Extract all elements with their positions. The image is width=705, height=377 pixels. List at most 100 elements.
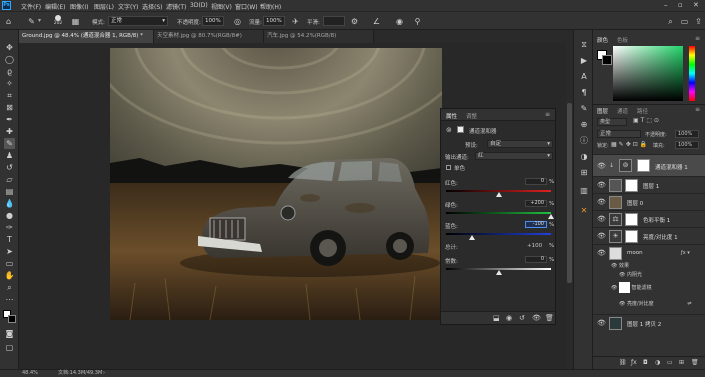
menu-image[interactable]: 图像(I) [70, 2, 88, 11]
tab-paths[interactable]: 路径 [637, 107, 648, 115]
history-brush-tool-icon[interactable]: ↺ [4, 162, 15, 173]
tools-x-icon[interactable]: ✕ [579, 206, 589, 216]
red-value-field[interactable]: 0 [525, 178, 547, 185]
home-icon[interactable]: ⌂ [4, 17, 13, 26]
minimize-icon[interactable]: – [664, 1, 668, 9]
frame-tool-icon[interactable]: ⊠ [4, 102, 15, 113]
new-adjustment-icon[interactable]: ◑ [655, 359, 660, 366]
red-slider-knob[interactable] [495, 192, 502, 197]
brush-settings-panel-icon[interactable]: ✎ [579, 104, 589, 114]
blue-slider-knob[interactable] [469, 235, 476, 240]
smoothing-settings-icon[interactable]: ⚙ [350, 17, 359, 26]
color-field[interactable] [613, 46, 683, 101]
character-panel-icon[interactable]: A [579, 72, 589, 82]
color-panel-menu-icon[interactable]: ≡ [695, 35, 700, 42]
visibility-eye-icon[interactable]: 👁 [597, 249, 606, 257]
paragraph-panel-icon[interactable]: ¶ [579, 88, 589, 98]
quick-select-tool-icon[interactable]: ✧ [4, 78, 15, 89]
move-tool-icon[interactable]: ✥ [4, 42, 15, 53]
new-group-icon[interactable]: ▭ [667, 359, 673, 366]
mask-icon[interactable] [457, 126, 464, 133]
status-arrow-icon[interactable]: › [103, 370, 105, 377]
tab-swatches[interactable]: 色板 [617, 36, 628, 44]
pressure-size-icon[interactable]: ◉ [395, 17, 404, 26]
screen-mode-icon[interactable]: ▢ [4, 342, 15, 353]
menu-3d[interactable]: 3D(D) [190, 2, 208, 9]
panel-menu-icon[interactable]: ≡ [545, 111, 550, 118]
clip-to-layer-icon[interactable]: ⬓ [493, 314, 500, 322]
marquee-tool-icon[interactable]: ◯ [4, 54, 15, 65]
document-canvas[interactable] [110, 48, 442, 320]
menu-file[interactable]: 文件(F) [21, 2, 41, 11]
visibility-eye-icon[interactable]: 👁 [597, 181, 606, 189]
background-color-swatch[interactable] [8, 315, 16, 323]
output-channel-select[interactable]: 红 ▾ [475, 152, 553, 160]
blend-mode-select[interactable]: 正常 [597, 130, 641, 138]
workspace-icon[interactable]: ▭ [680, 17, 689, 26]
layer-1[interactable]: 👁 图层 1 [593, 176, 705, 193]
visibility-eye-icon[interactable]: 👁 [597, 319, 606, 327]
tab-layers[interactable]: 图层 [597, 107, 608, 115]
close-icon[interactable]: ✕ [693, 1, 699, 9]
angle-icon[interactable]: ∠ [372, 17, 381, 26]
layer-moon[interactable]: 👁 moon ƒx ▾ [593, 244, 705, 261]
layer-filter-kind[interactable]: 类型 [597, 118, 627, 126]
menu-type[interactable]: 文字(Y) [118, 2, 138, 11]
path-select-tool-icon[interactable]: ➤ [4, 246, 15, 257]
crop-tool-icon[interactable]: ⌗ [4, 90, 15, 101]
delete-icon[interactable]: 🗑 [545, 314, 554, 322]
brush-tool-icon[interactable]: ✎ [27, 17, 36, 26]
brush-preset-picker[interactable]: 202 [52, 14, 64, 28]
airbrush-icon[interactable]: ✈ [291, 17, 300, 26]
constant-value-field[interactable]: 0 [525, 256, 547, 263]
dodge-tool-icon[interactable]: ● [4, 210, 15, 221]
adjustments-panel-icon[interactable]: ◑ [579, 152, 589, 162]
inner-glow-row[interactable]: 👁 内阴光 [619, 271, 642, 278]
zoom-tool-icon[interactable]: ⌕ [4, 282, 15, 293]
menu-edit[interactable]: 编辑(E) [45, 2, 65, 11]
blue-slider-track[interactable] [446, 233, 551, 235]
fill-field[interactable]: 100% [675, 141, 699, 149]
menu-select[interactable]: 选择(S) [142, 2, 163, 11]
new-layer-icon[interactable]: ⊞ [679, 359, 684, 366]
scrollbar-thumb[interactable] [567, 103, 572, 283]
filter-icons[interactable]: ▣T⬚⊙ [633, 117, 661, 124]
tab-ground[interactable]: Ground.jpg @ 48.4% (通道混合器 1, RGB/8) * [19, 30, 154, 43]
blur-tool-icon[interactable]: 💧 [4, 198, 15, 209]
layer-0[interactable]: 👁 图层 0 [593, 193, 705, 210]
visibility-eye-icon[interactable]: 👁 [597, 198, 606, 206]
layer-opacity-field[interactable]: 100% [675, 130, 699, 138]
inner-glow-eye-icon[interactable]: 👁 [619, 272, 627, 278]
navigator-panel-icon[interactable]: ⊞ [579, 168, 589, 178]
zoom-level[interactable]: 48.4% [22, 370, 38, 377]
fx-icon[interactable]: ƒx ▾ [681, 250, 690, 256]
background-color-chip[interactable] [602, 55, 612, 65]
visibility-eye-icon[interactable]: 👁 [597, 232, 606, 240]
search-icon[interactable]: ⌕ [666, 17, 675, 26]
eraser-tool-icon[interactable]: ▱ [4, 174, 15, 185]
hue-slider[interactable] [689, 46, 695, 101]
view-previous-icon[interactable]: ◉ [506, 314, 512, 322]
menu-view[interactable]: 视图(V) [211, 2, 232, 11]
filter-eye-icon[interactable]: 👁 [619, 301, 627, 307]
effects-row[interactable]: 👁 效果 [611, 262, 629, 269]
more-tools-icon[interactable]: ⋯ [4, 294, 15, 305]
reset-icon[interactable]: ↺ [519, 314, 525, 322]
menu-window[interactable]: 窗口(W) [235, 2, 258, 11]
info-panel-icon[interactable]: ⓘ [579, 136, 589, 146]
tab-properties[interactable]: 属性 [446, 112, 457, 120]
effects-eye-icon[interactable]: 👁 [611, 263, 619, 269]
smoothing-field[interactable] [323, 16, 345, 26]
brush-tool-icon-active[interactable]: ✎ [4, 138, 15, 149]
preset-select[interactable]: 自定 ▾ [487, 140, 553, 148]
pressure-opacity-icon[interactable]: ◎ [233, 17, 242, 26]
menu-help[interactable]: 帮助(H) [260, 2, 281, 11]
properties-panel-icon[interactable]: ▥ [579, 186, 589, 196]
green-slider-track[interactable] [446, 212, 551, 214]
blue-value-field[interactable]: -100 [525, 221, 547, 228]
quick-mask-icon[interactable]: ◙ [4, 328, 15, 339]
clone-source-panel-icon[interactable]: ⊕ [579, 120, 589, 130]
menu-filter[interactable]: 滤镜(T) [166, 2, 186, 11]
green-value-field[interactable]: +200 [525, 200, 547, 207]
menu-layer[interactable]: 图层(L) [94, 2, 114, 11]
